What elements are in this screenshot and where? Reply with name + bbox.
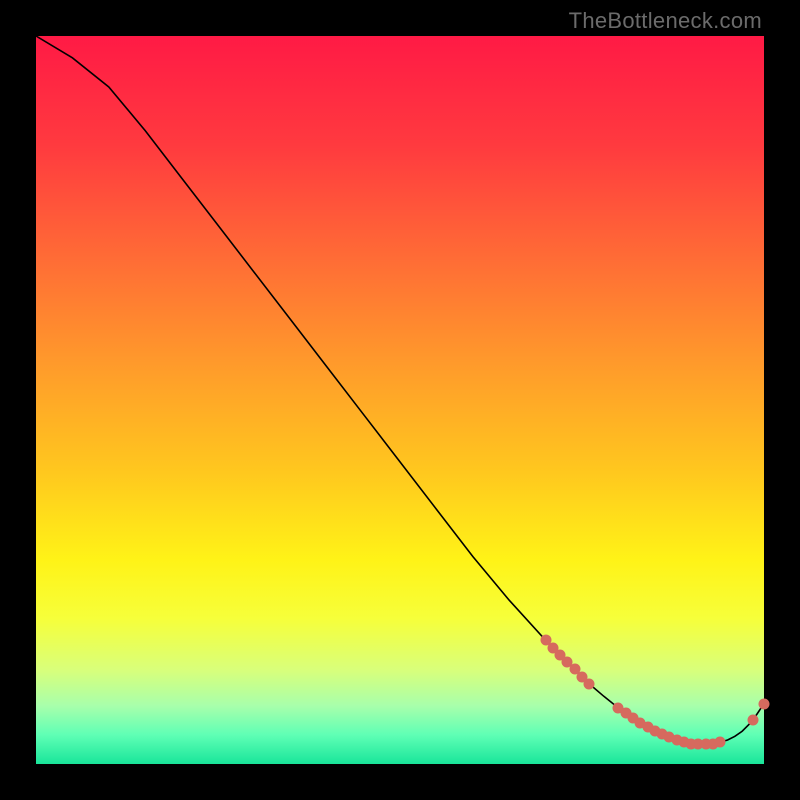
data-point-marker (759, 698, 770, 709)
data-point-marker (748, 714, 759, 725)
data-point-marker (584, 678, 595, 689)
plot-area (36, 36, 764, 764)
gradient-background (36, 36, 764, 764)
plot-svg (36, 36, 764, 764)
data-point-marker (715, 737, 726, 748)
watermark-text: TheBottleneck.com (569, 8, 762, 34)
chart-stage: TheBottleneck.com (0, 0, 800, 800)
